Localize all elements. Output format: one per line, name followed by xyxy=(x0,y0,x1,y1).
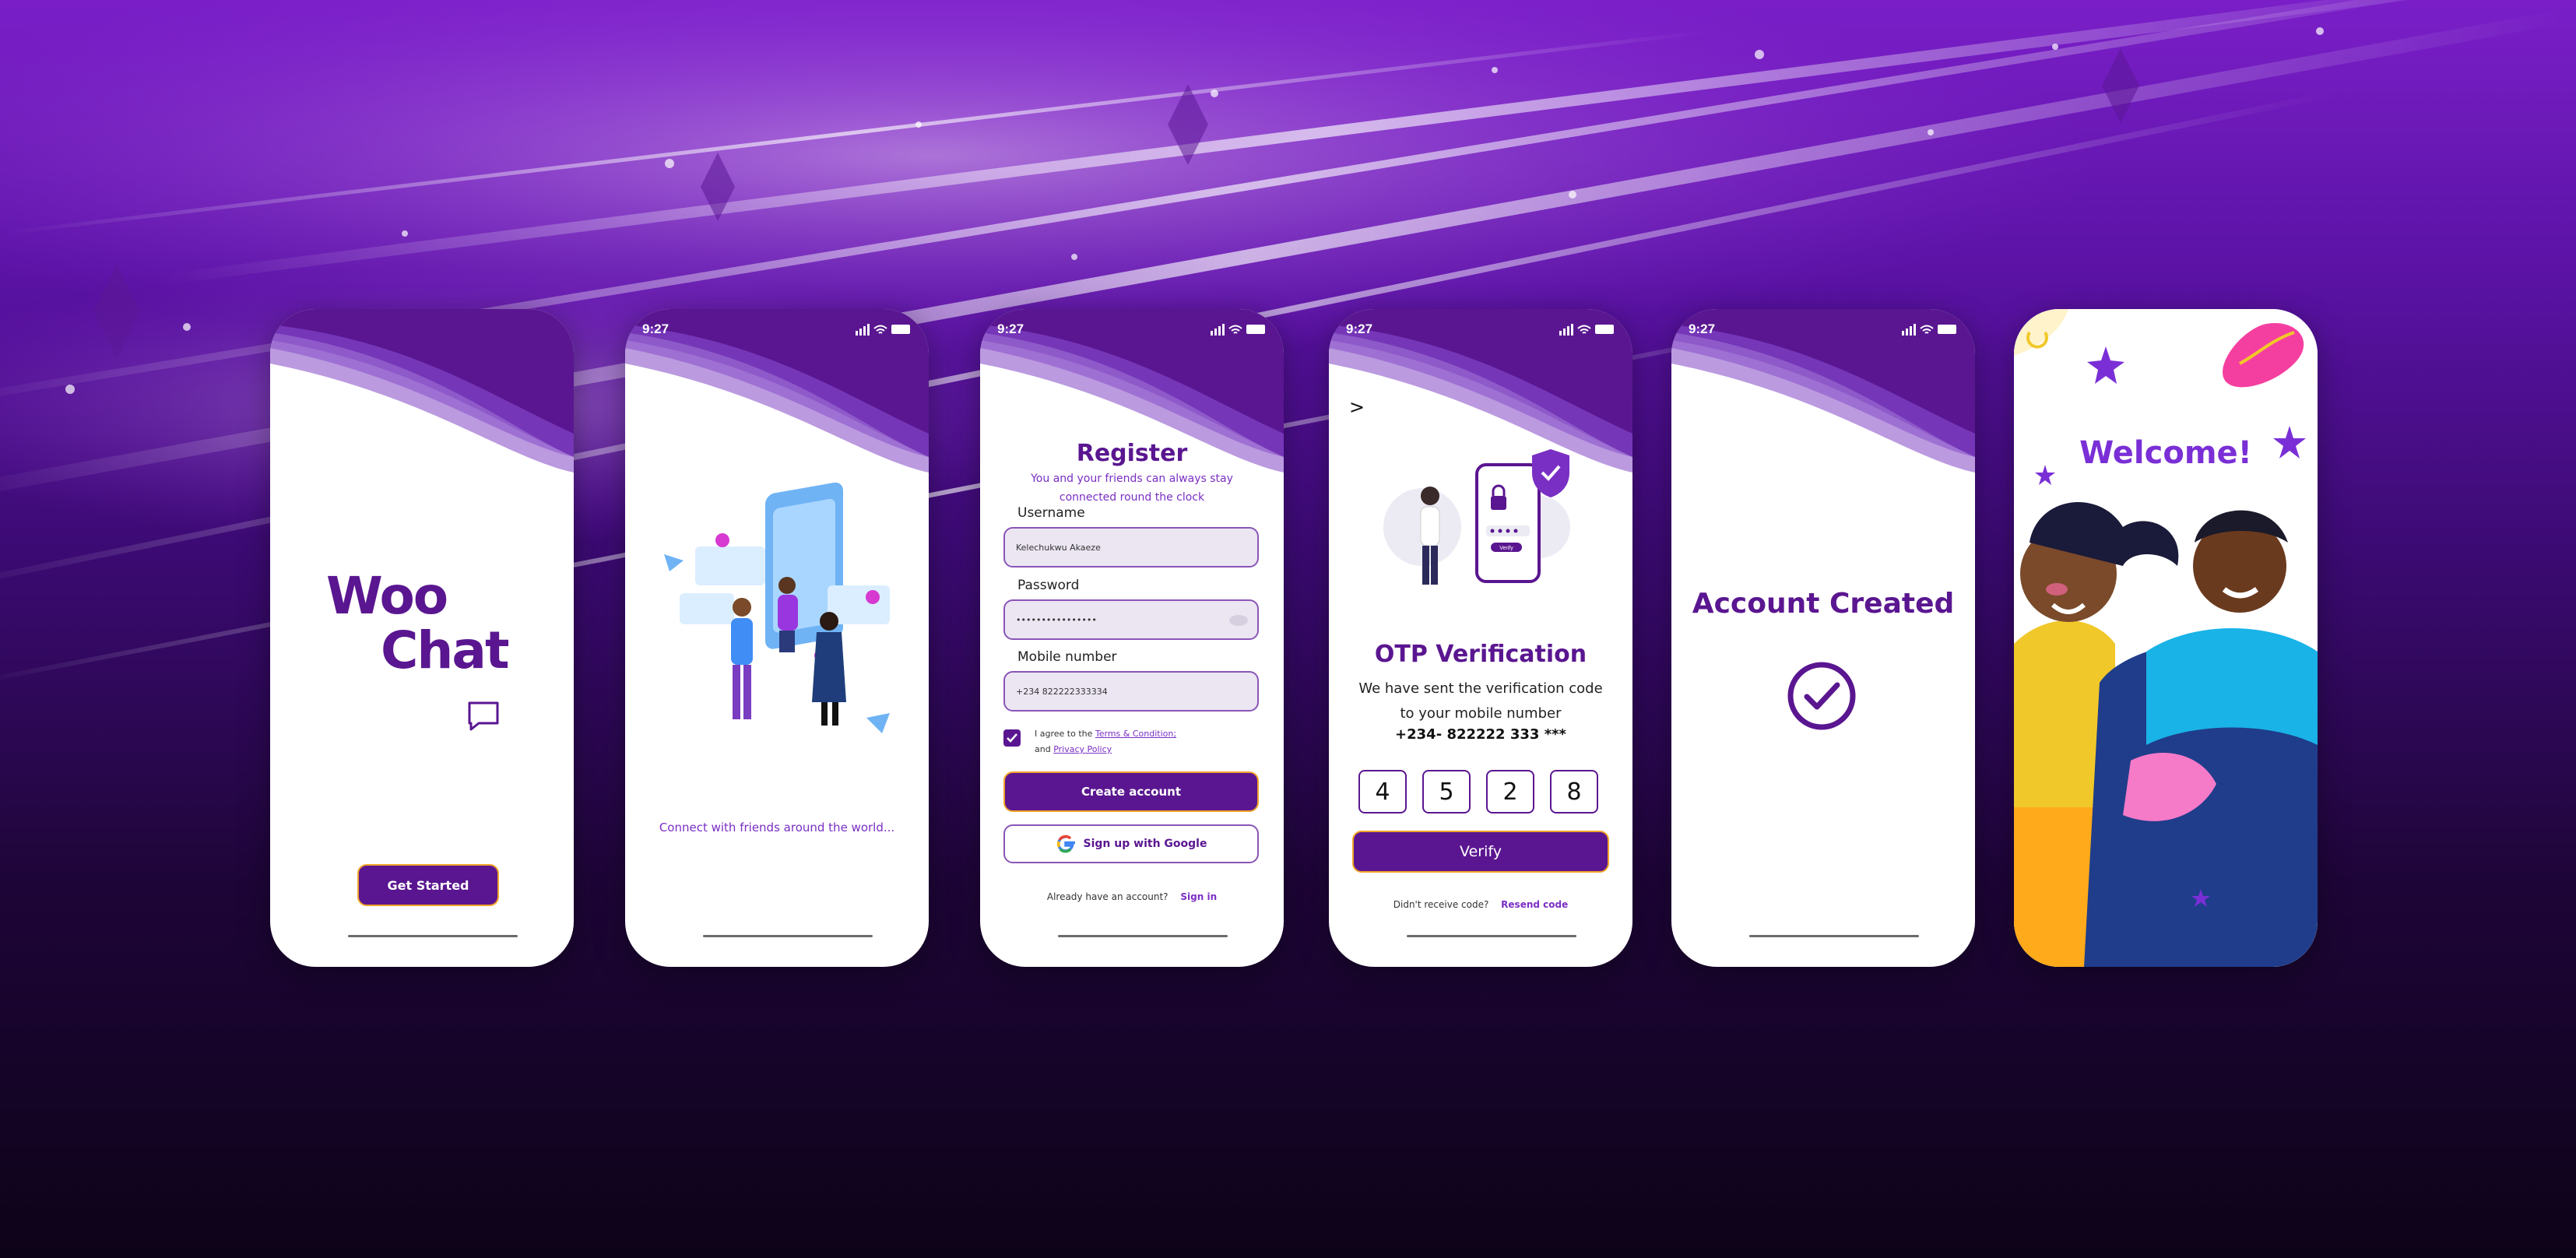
otp-digit-3[interactable]: 2 xyxy=(1486,770,1534,813)
person-man xyxy=(731,598,753,719)
have-account-row: Already have an account? Sign in xyxy=(980,891,1284,902)
eye-icon[interactable] xyxy=(1228,613,1249,627)
privacy-link[interactable]: Privacy Policy xyxy=(1053,744,1112,754)
onboarding-tagline: Connect with friends around the world... xyxy=(659,821,895,835)
app-logo: Woo Chat xyxy=(326,566,510,698)
otp-title: OTP Verification xyxy=(1374,641,1587,668)
otp-subtitle-line1: We have sent the verification code xyxy=(1358,680,1603,697)
otp-subtitle-line2: to your mobile number xyxy=(1400,705,1562,722)
onboarding-illustration xyxy=(664,482,890,733)
wifi-icon xyxy=(1577,325,1591,334)
username-label: Username xyxy=(1017,505,1085,521)
battery-icon xyxy=(1938,325,1956,334)
battery-icon xyxy=(1595,325,1614,334)
google-label: Sign up with Google xyxy=(1083,838,1207,850)
header-wave xyxy=(270,309,574,473)
battery-icon xyxy=(1246,325,1265,334)
account-created-title: Account Created xyxy=(1692,588,1955,620)
wifi-icon xyxy=(1228,325,1242,334)
have-account-text: Already have an account? xyxy=(1046,891,1169,902)
signal-icon xyxy=(1902,324,1916,336)
otp-illustration: Verify xyxy=(1383,449,1570,585)
battery-icon xyxy=(891,325,910,334)
status-time: 9:27 xyxy=(1346,322,1373,336)
terms-checkbox[interactable] xyxy=(1003,729,1021,747)
status-time: 9:27 xyxy=(1689,322,1716,336)
status-time: 9:27 xyxy=(997,322,1024,336)
otp-input-group: 4 5 2 8 xyxy=(1358,770,1598,813)
resend-code-link[interactable]: Resend code xyxy=(1501,899,1568,910)
home-indicator xyxy=(1749,935,1919,937)
signal-icon xyxy=(1211,324,1225,336)
otp-subtitle: We have sent the verification code to yo… xyxy=(1329,676,1632,726)
resend-row: Didn't receive code? Resend code xyxy=(1329,899,1632,910)
status-icons xyxy=(1211,324,1265,336)
google-signup-button[interactable]: Sign up with Google xyxy=(1003,824,1259,863)
wifi-icon xyxy=(873,325,887,334)
otp-digit-1[interactable]: 4 xyxy=(1358,770,1407,813)
sign-in-link[interactable]: Sign in xyxy=(1180,891,1217,902)
chat-bubble-icon xyxy=(468,701,499,731)
welcome-title: Welcome! xyxy=(2079,435,2252,471)
mobile-field[interactable]: +234 822222333334 xyxy=(1003,671,1259,712)
phone-otp: 9:27 > Verify OTP Verification We have s… xyxy=(1329,309,1632,967)
status-icons xyxy=(1902,324,1956,336)
terms-agreement: I agree to the Terms & Condition; and Pr… xyxy=(1035,726,1176,757)
agree-prefix: I agree to the xyxy=(1035,729,1093,739)
mobile-value: +234 822222333334 xyxy=(1016,686,1108,697)
username-value: Kelechukwu Akaeze xyxy=(1016,542,1101,553)
otp-digit-2[interactable]: 5 xyxy=(1422,770,1471,813)
status-icons xyxy=(856,324,910,336)
verify-button[interactable]: Verify xyxy=(1352,831,1609,873)
google-icon xyxy=(1056,835,1075,853)
password-field[interactable]: •••••••••••••••• xyxy=(1003,599,1259,640)
signal-icon xyxy=(856,324,870,336)
header-wave xyxy=(625,309,929,473)
get-started-button[interactable]: Get Started xyxy=(357,864,499,906)
username-field[interactable]: Kelechukwu Akaeze xyxy=(1003,527,1259,568)
header-wave xyxy=(980,309,1284,473)
terms-link[interactable]: Terms & Condition; xyxy=(1095,729,1176,739)
create-account-button[interactable]: Create account xyxy=(1003,771,1259,812)
phone-onboarding: 9:27 Connect with friends around the wor… xyxy=(625,309,929,967)
home-indicator xyxy=(1407,935,1576,937)
check-circle-icon xyxy=(1787,662,1856,730)
phone-welcome: Welcome! xyxy=(2014,309,2318,967)
otp-phone-number: +234- 822222 333 *** xyxy=(1395,726,1566,743)
home-indicator xyxy=(1058,935,1228,937)
person-woman xyxy=(1420,487,1440,585)
wifi-icon xyxy=(1920,325,1934,334)
check-icon xyxy=(1007,733,1017,743)
mobile-label: Mobile number xyxy=(1017,649,1117,665)
illustration-verify-label: Verify xyxy=(1499,546,1513,551)
home-indicator xyxy=(703,935,873,937)
didnt-receive-text: Didn't receive code? xyxy=(1393,899,1489,910)
welcome-illustration xyxy=(2014,309,2318,967)
register-title: Register xyxy=(1076,440,1188,467)
signal-icon xyxy=(1559,324,1573,336)
register-subtitle: You and your friends can always stay con… xyxy=(1031,473,1233,504)
password-label: Password xyxy=(1017,578,1080,593)
back-button[interactable]: > xyxy=(1349,396,1365,418)
phone-account-created: 9:27 Account Created xyxy=(1671,309,1975,967)
home-indicator xyxy=(348,935,518,937)
phone-splash: Woo Chat Get Started xyxy=(270,309,574,967)
status-icons xyxy=(1559,324,1614,336)
password-value: •••••••••••••••• xyxy=(1016,614,1097,625)
status-time: 9:27 xyxy=(642,322,669,336)
logo-word-chat: Chat xyxy=(381,620,510,680)
logo-word-woo: Woo xyxy=(326,566,448,626)
otp-digit-4[interactable]: 8 xyxy=(1550,770,1598,813)
agree-and: and xyxy=(1035,744,1051,754)
header-wave xyxy=(1671,309,1975,473)
phone-register: 9:27 Register You and your friends can a… xyxy=(980,309,1284,967)
